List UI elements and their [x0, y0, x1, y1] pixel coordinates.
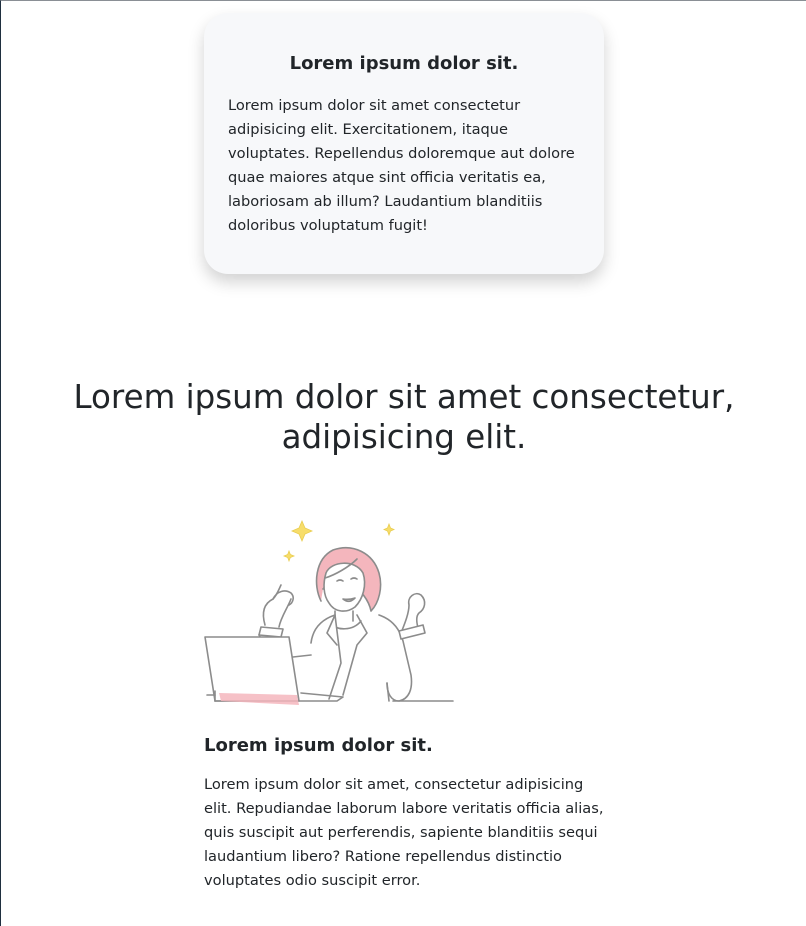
info-card: Lorem ipsum dolor sit. Lorem ipsum dolor…	[204, 13, 604, 274]
section-headline: Lorem ipsum dolor sit amet consectetur, …	[73, 378, 735, 456]
card-title: Lorem ipsum dolor sit.	[289, 53, 519, 74]
feature-title: Lorem ipsum dolor sit.	[204, 735, 433, 756]
woman-celebrating-illustration	[203, 515, 455, 711]
card-text: Lorem ipsum dolor sit amet consectetur a…	[228, 97, 575, 234]
feature-text: Lorem ipsum dolor sit amet, consectetur …	[204, 776, 604, 889]
